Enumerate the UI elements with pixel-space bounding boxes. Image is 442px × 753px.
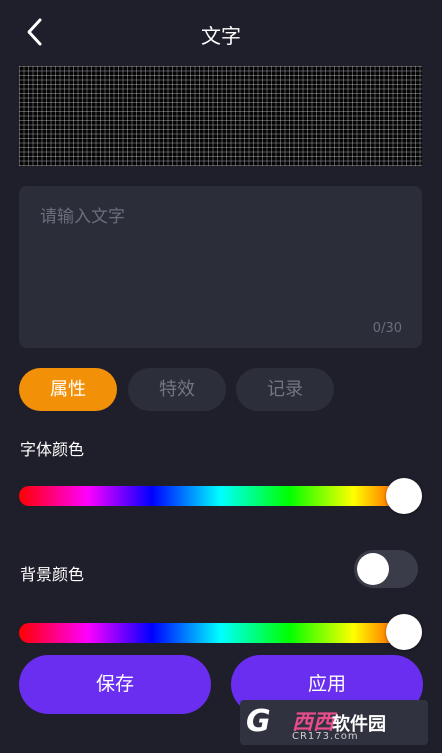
toggle-knob (357, 553, 389, 585)
font-color-label: 字体颜色 (20, 440, 85, 459)
tab-effects[interactable]: 特效 (128, 368, 226, 411)
watermark-logo-mark: G (246, 704, 271, 739)
background-color-label: 背景颜色 (20, 565, 85, 584)
font-color-slider[interactable] (19, 486, 422, 506)
text-input-area[interactable]: 请输入文字 0/30 (19, 186, 422, 348)
background-color-toggle[interactable] (354, 550, 418, 588)
background-color-slider-thumb[interactable] (386, 614, 422, 650)
font-color-slider-thumb[interactable] (386, 478, 422, 514)
tab-properties[interactable]: 属性 (19, 368, 117, 411)
background-color-slider[interactable] (19, 623, 422, 643)
led-preview-grid (19, 66, 422, 166)
page-title: 文字 (201, 24, 241, 48)
watermark-url: CR173.com (292, 731, 359, 742)
save-button[interactable]: 保存 (19, 655, 211, 714)
tab-history[interactable]: 记录 (236, 368, 334, 411)
watermark-logo: G 西西 软件园 CR173.com (240, 700, 428, 745)
text-input-placeholder: 请输入文字 (40, 207, 125, 227)
top-bar: 文字 (0, 0, 442, 64)
character-counter: 0/30 (372, 321, 402, 336)
